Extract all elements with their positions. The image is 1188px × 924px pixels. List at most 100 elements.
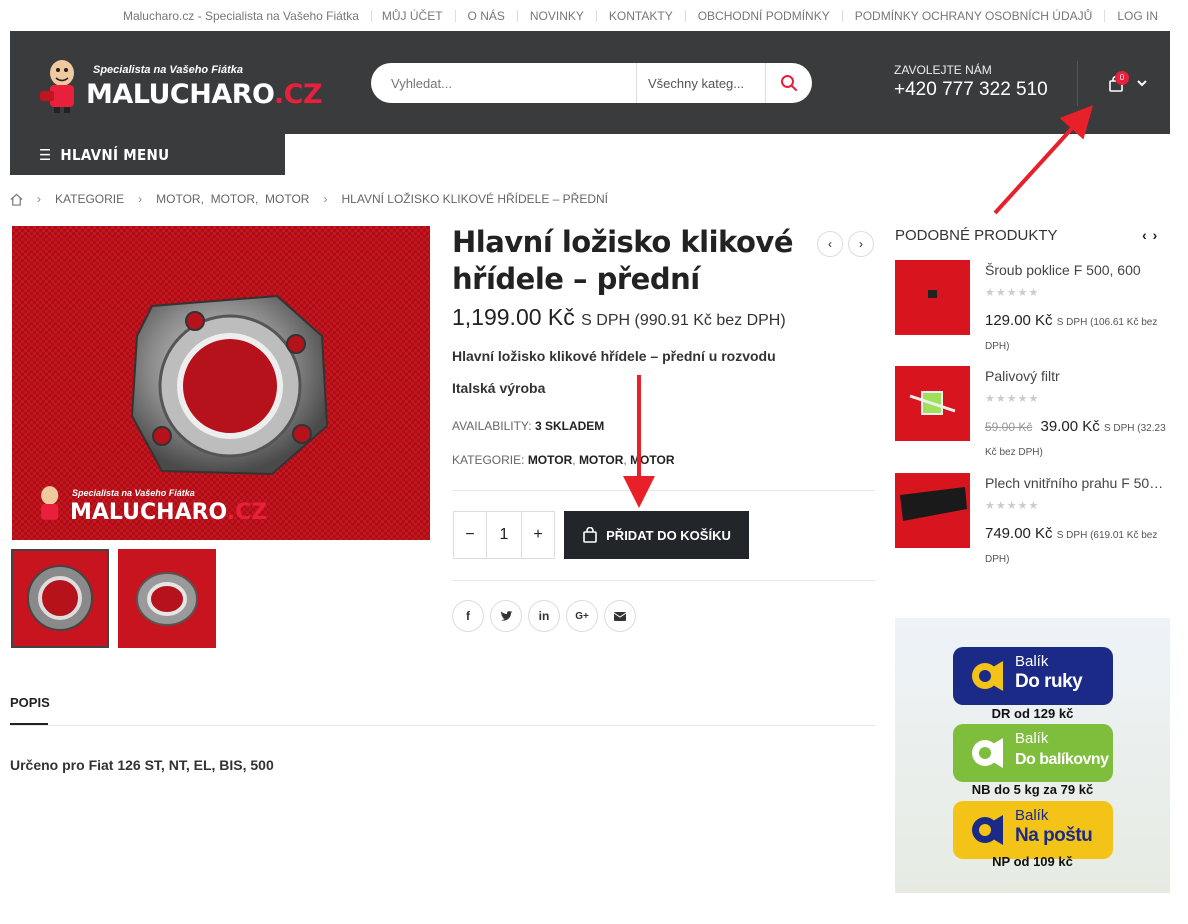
top-bar: Malucharo.cz - Specialista na Vašeho Fiá…: [0, 0, 1188, 32]
chevron-right-icon[interactable]: ›: [1153, 227, 1158, 243]
terms-link[interactable]: Obchodní podmínky: [684, 10, 842, 22]
breadcrumb-category[interactable]: Kategorie: [55, 192, 124, 206]
product-thumbnail-2[interactable]: [118, 549, 216, 648]
linkedin-icon: in: [538, 609, 550, 623]
facebook-icon: f: [466, 609, 470, 623]
category-select[interactable]: Všechny kateg...: [636, 63, 766, 103]
search-icon: [781, 75, 797, 91]
main-menu-label: HLAVNÍ MENU: [60, 145, 170, 164]
origin-note: Italská výroba: [452, 380, 546, 396]
np-caption: NP od 109 kč: [992, 854, 1073, 869]
main-menu-toggle[interactable]: ☰ HLAVNÍ MENU: [10, 134, 285, 175]
category-link-2[interactable]: MOTOR: [579, 453, 623, 467]
watermark-tagline: Specialista na Vašeho Fiátka: [72, 488, 195, 498]
similar-product-price: 129.00 Kč S DPH (106.61 Kč bez DPH): [985, 310, 1175, 358]
posthorn-icon: [972, 738, 1003, 768]
rating-stars: ★★★★★: [985, 393, 1040, 405]
similar-product-price: 59.00 Kč 39.00 Kč S DPH (32.23 Kč bez DP…: [985, 416, 1175, 464]
product-categories: KATEGORIE: MOTOR, MOTOR, MOTOR: [452, 453, 675, 467]
similar-product-name[interactable]: Palivový filtr: [985, 368, 1170, 384]
breadcrumb-motor-2[interactable]: Motor,: [211, 192, 259, 206]
chevron-right-icon: ›: [859, 237, 863, 251]
similar-product-name[interactable]: Plech vnitřního prahu F 500 / 600 / 126 …: [985, 475, 1170, 491]
rating-stars: ★★★★★: [985, 500, 1040, 512]
contact-block: Zavolejte nám +420 777 322 510: [894, 63, 1048, 101]
facebook-share-button[interactable]: f: [452, 600, 484, 632]
envelope-icon: [614, 611, 626, 621]
availability: AVAILABILITY: 3 SKLADEM: [452, 419, 604, 433]
cart-count-badge: 0: [1115, 71, 1129, 85]
logo-tagline: Specialista na Vašeho Fiátka: [93, 64, 243, 76]
email-share-button[interactable]: [604, 600, 636, 632]
balik-do-balikovny-badge: Balík Do balíkovny: [953, 724, 1113, 782]
similar-product-image[interactable]: [895, 473, 970, 548]
balik-do-ruky-badge: Balík Do ruky: [953, 647, 1113, 705]
divider: [452, 490, 875, 491]
shipping-banner[interactable]: Balík Do ruky DR od 129 kč Balík Do balí…: [895, 618, 1170, 893]
similar-product-name[interactable]: Šroub poklice F 500, 600: [985, 262, 1170, 278]
add-to-cart-button[interactable]: PŘIDAT DO KOŠÍKU: [564, 511, 749, 559]
breadcrumb-motor-1[interactable]: Motor,: [156, 192, 204, 206]
product-thumbnail-1[interactable]: [11, 549, 109, 648]
contact-label: Zavolejte nám: [894, 63, 992, 77]
quantity-stepper: − 1 +: [453, 511, 555, 559]
tab-active-indicator: [10, 723, 48, 725]
about-link[interactable]: O nás: [454, 10, 517, 22]
privacy-link[interactable]: Podmínky ochrany osobních údajů: [841, 10, 1105, 22]
search-button[interactable]: [766, 63, 812, 103]
price-tax-note: S DPH (990.91 Kč bez DPH): [581, 312, 786, 329]
tab-description[interactable]: POPIS: [10, 695, 50, 710]
contact-phone[interactable]: +420 777 322 510: [894, 79, 1048, 101]
quantity-input[interactable]: 1: [486, 512, 522, 558]
thumbnail-image: [118, 549, 216, 648]
prev-product-button[interactable]: ‹: [817, 231, 843, 257]
logo-text: MALUCHARO.CZ: [86, 79, 323, 110]
googleplus-share-button[interactable]: G+: [566, 600, 598, 632]
breadcrumb-separator: ›: [323, 192, 328, 206]
share-buttons: f in G+: [452, 600, 636, 632]
hamburger-icon: ☰: [39, 145, 52, 164]
site-logo[interactable]: Specialista na Vašeho Fiátka MALUCHARO.C…: [38, 57, 323, 117]
balik-label: Balík: [1015, 730, 1049, 747]
site-tagline: Malucharo.cz - Specialista na Vašeho Fiá…: [122, 9, 359, 23]
search-input[interactable]: [371, 63, 636, 103]
balik-label: Balík: [1015, 807, 1049, 824]
product-main-image[interactable]: Specialista na Vašeho Fiátka MALUCHARO.C…: [12, 226, 430, 540]
next-product-button[interactable]: ›: [848, 231, 874, 257]
category-link-3[interactable]: MOTOR: [630, 453, 674, 467]
quantity-minus-button[interactable]: −: [454, 512, 486, 558]
breadcrumb-separator: ›: [37, 192, 41, 206]
product-price: 1,199.00 Kč S DPH (990.91 Kč bez DPH): [452, 304, 786, 331]
watermark-brand: MALUCHARO.CZ: [70, 500, 268, 525]
price-value: 129.00 Kč: [985, 312, 1053, 329]
breadcrumb: › Kategorie › Motor, Motor, Motor › Hlav…: [10, 192, 608, 206]
balik-label: Balík: [1015, 653, 1049, 670]
mascot-icon: [41, 486, 59, 520]
similar-product-image[interactable]: [895, 366, 970, 441]
home-icon[interactable]: [10, 193, 23, 206]
login-link[interactable]: Log in: [1104, 10, 1170, 22]
chevron-left-icon[interactable]: ‹: [1142, 227, 1147, 243]
news-link[interactable]: Novinky: [516, 10, 596, 22]
similar-products-title: Podobné produkty: [895, 227, 1058, 244]
dr-caption: DR od 129 kč: [991, 706, 1074, 721]
tab-divider: [10, 725, 875, 726]
quantity-plus-button[interactable]: +: [522, 512, 554, 558]
my-account-link[interactable]: Můj účet: [370, 10, 455, 22]
contacts-link[interactable]: Kontakty: [595, 10, 685, 22]
similar-product-image[interactable]: [895, 260, 970, 335]
category-label: KATEGORIE:: [452, 453, 525, 467]
price-value: 39.00 Kč: [1040, 418, 1100, 435]
dr-name: Do ruky: [1015, 671, 1083, 692]
linkedin-share-button[interactable]: in: [528, 600, 560, 632]
twitter-share-button[interactable]: [490, 600, 522, 632]
short-description: Hlavní ložisko klikové hřídele – přední …: [452, 348, 776, 364]
site-header: Specialista na Vašeho Fiátka MALUCHARO.C…: [10, 31, 1170, 134]
np-name: Na poštu: [1015, 825, 1093, 846]
cart-button[interactable]: 0: [1098, 71, 1148, 94]
description-text: Určeno pro Fiat 126 ST, NT, EL, BIS, 500: [10, 757, 274, 773]
category-link-1[interactable]: MOTOR: [528, 453, 572, 467]
posthorn-icon: [972, 661, 1003, 691]
price-value: 749.00 Kč: [985, 525, 1053, 542]
breadcrumb-motor-3[interactable]: Motor: [265, 192, 309, 206]
